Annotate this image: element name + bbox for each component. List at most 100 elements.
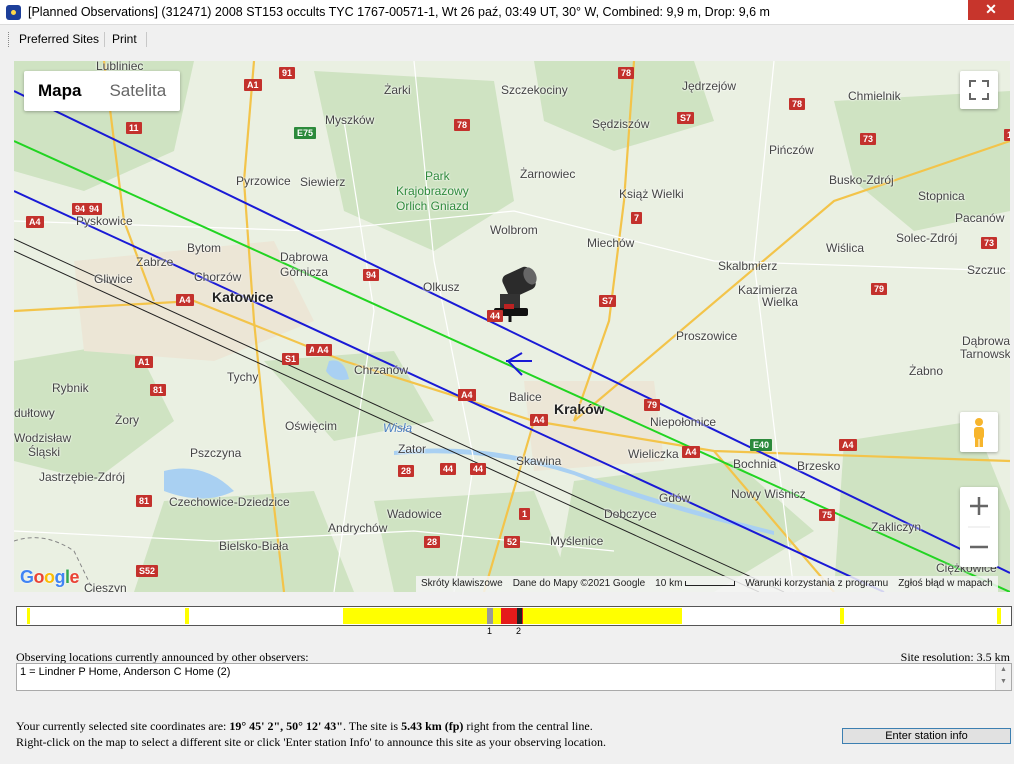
timeline-tick [185, 608, 189, 624]
announced-locations-list[interactable]: 1 = Lindner P Home, Anderson C Home (2) … [16, 663, 1012, 691]
road-number-badge: S7 [677, 112, 695, 124]
road-number-badge: 78 [618, 67, 635, 79]
place-label: Tarnowska [960, 347, 1010, 361]
keyboard-shortcuts-link[interactable]: Skróty klawiszowe [416, 576, 508, 592]
fullscreen-button[interactable] [960, 71, 998, 109]
title-bar: [Planned Observations] (312471) 2008 ST1… [0, 0, 1014, 25]
place-label: Wisła [383, 421, 413, 435]
place-label: Wieliczka [628, 447, 679, 461]
enter-station-info-button[interactable]: Enter station info [842, 728, 1011, 744]
list-scrollbar[interactable]: ▲ ▼ [995, 664, 1011, 690]
road-number-badge: S7 [599, 295, 617, 307]
window-title: [Planned Observations] (312471) 2008 ST1… [28, 5, 770, 19]
place-label: Oświęcim [285, 419, 338, 433]
place-label: Żabno [909, 364, 944, 378]
menu-preferred-sites[interactable]: Preferred Sites [19, 32, 99, 46]
place-label: Dobczyce [604, 507, 657, 521]
road-number-badge: 91 [279, 67, 296, 79]
place-label: Myślenice [550, 534, 604, 548]
timeline-selected-site-marker [517, 608, 522, 624]
timeline-observer-marker [487, 608, 493, 624]
zoom-control [960, 487, 998, 567]
place-label: Szczekociny [501, 83, 568, 97]
place-label: Książ Wielki [619, 187, 684, 201]
site-distance: 5.43 km (fp) [401, 719, 464, 733]
menu-bar: Preferred Sites Print [0, 27, 1014, 51]
place-label: Śląski [28, 445, 61, 459]
scale-label: 10 km [650, 576, 740, 592]
motion-direction-arrow [506, 352, 532, 376]
place-label: Pszczyna [190, 446, 242, 460]
list-item[interactable]: 1 = Lindner P Home, Anderson C Home (2) [20, 666, 230, 678]
road-number-badge: 1 [519, 508, 531, 520]
place-label: Rybnik [52, 381, 89, 395]
road-number-badge: 94 [363, 269, 380, 281]
menu-print[interactable]: Print [112, 32, 137, 46]
road-number-badge: 28 [398, 465, 415, 477]
place-label: Chrzanów [354, 363, 409, 377]
place-label: Bielsko-Biała [219, 539, 289, 553]
place-label: Skawina [516, 454, 562, 468]
close-button[interactable]: ✕ [968, 0, 1014, 20]
place-label: Żarki [384, 83, 411, 97]
selected-site-line-2: Right-click on the map to select a diffe… [16, 735, 606, 749]
place-label: Zator [398, 442, 427, 456]
road-number-badge: 28 [424, 536, 441, 548]
road-number-badge: A4 [458, 389, 476, 401]
place-label: Tychy [227, 370, 259, 384]
place-label: Balice [509, 390, 542, 404]
road-number-badge: 73 [860, 133, 877, 145]
map-view[interactable]: Lubliniec Żarki Szczekociny Jędrzejów Chmiel… [14, 61, 1010, 592]
timeline-label-1: 1 [487, 626, 493, 636]
road-number-badge: 11 [126, 122, 142, 134]
place-label: Krajobrazowy [396, 184, 469, 198]
pegman-icon [974, 418, 984, 447]
menu-grip-icon [8, 32, 10, 47]
place-label: Skalbmierz [718, 259, 778, 273]
place-label: Gdów [659, 491, 691, 505]
place-label: Bytom [187, 241, 222, 255]
place-label: Andrychów [328, 521, 388, 535]
place-label: Gliwice [94, 272, 133, 286]
place-label: Wadowice [387, 507, 442, 521]
place-label: Chmielnik [848, 89, 901, 103]
place-label: Sędziszów [592, 117, 650, 131]
road-number-badge: 1 [1004, 129, 1010, 141]
event-timeline-bar[interactable] [16, 606, 1012, 626]
report-error-link[interactable]: Zgłoś błąd w mapach [893, 576, 998, 592]
place-label: Dąbrowa [280, 250, 329, 264]
map-type-map-button[interactable]: Mapa [24, 71, 95, 111]
road-number-badge: A4 [530, 414, 548, 426]
place-label: Wielka [762, 295, 799, 309]
terms-link[interactable]: Warunki korzystania z programu [740, 576, 893, 592]
road-number-badge: A1 [135, 356, 153, 368]
place-label: Bochnia [733, 457, 777, 471]
place-label: Jędrzejów [682, 79, 737, 93]
place-label: Kraków [554, 401, 605, 417]
place-label: Zakliczyn [871, 520, 922, 534]
road-number-badge: A4 [314, 344, 332, 356]
road-number-badge: A4 [176, 294, 194, 306]
road-number-badge: A4 [839, 439, 857, 451]
place-label: Proszowice [676, 329, 738, 343]
place-label: Wolbrom [490, 223, 538, 237]
selected-site-info: Your currently selected site coordinates… [16, 718, 606, 750]
place-label: Pacanów [955, 211, 1005, 225]
road-number-badge: A4 [682, 446, 700, 458]
site-coordinates: 19° 45' 2", 50° 12' 43" [229, 719, 343, 733]
zoom-in-button[interactable] [960, 487, 998, 527]
place-label: Stopnica [918, 189, 965, 203]
place-label: Jastrzębie-Zdrój [39, 470, 126, 484]
place-label: Zabrze [136, 255, 174, 269]
map-type-satellite-button[interactable]: Satelita [95, 71, 180, 111]
street-view-button[interactable] [960, 412, 998, 452]
road-number-badge: 94 [86, 203, 103, 215]
zoom-out-button[interactable] [960, 527, 998, 567]
road-number-badge: E75 [294, 127, 317, 139]
place-label: Chorzów [194, 270, 242, 284]
place-label: Pyrzowice [236, 174, 291, 188]
place-label: Busko-Zdrój [829, 173, 894, 187]
road-number-badge: 78 [789, 98, 806, 110]
place-label: Orlich Gniazd [396, 199, 469, 213]
place-label: Żory [115, 413, 139, 427]
